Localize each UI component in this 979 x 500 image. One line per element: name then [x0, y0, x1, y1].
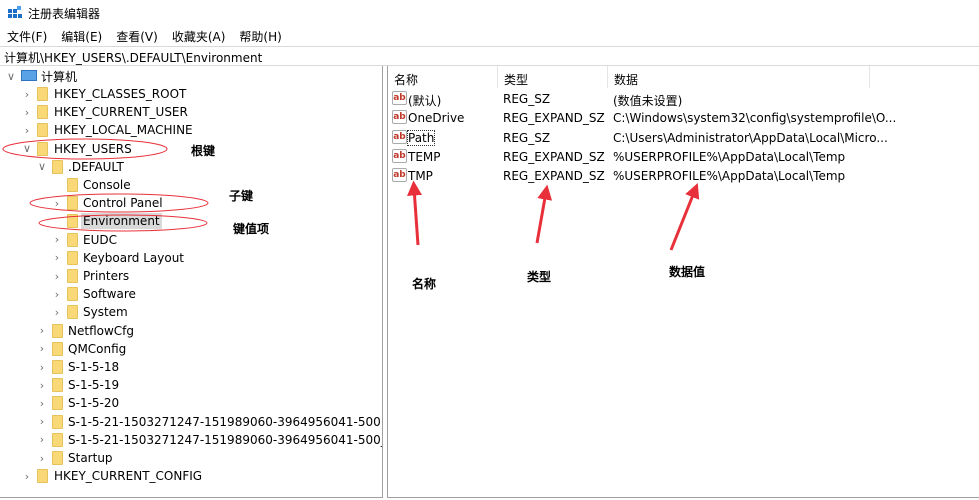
- arrow-name: [407, 180, 423, 246]
- annotation-layer: [2, 138, 700, 251]
- annotation-root-key: 根键: [191, 144, 216, 158]
- annotation-data-value: 数据值: [669, 265, 706, 279]
- arrow-type: [535, 184, 553, 244]
- annotation-value-item: 键值项: [233, 222, 270, 236]
- highlight-ellipse-subkey: [29, 193, 209, 213]
- arrow-data: [669, 183, 700, 251]
- annotation-name: 名称: [412, 277, 437, 291]
- annotation-type: 类型: [527, 270, 552, 284]
- annotation-subkey: 子键: [229, 189, 254, 203]
- highlight-ellipse-root-key: [2, 138, 168, 160]
- highlight-ellipse-value-item: [38, 214, 208, 232]
